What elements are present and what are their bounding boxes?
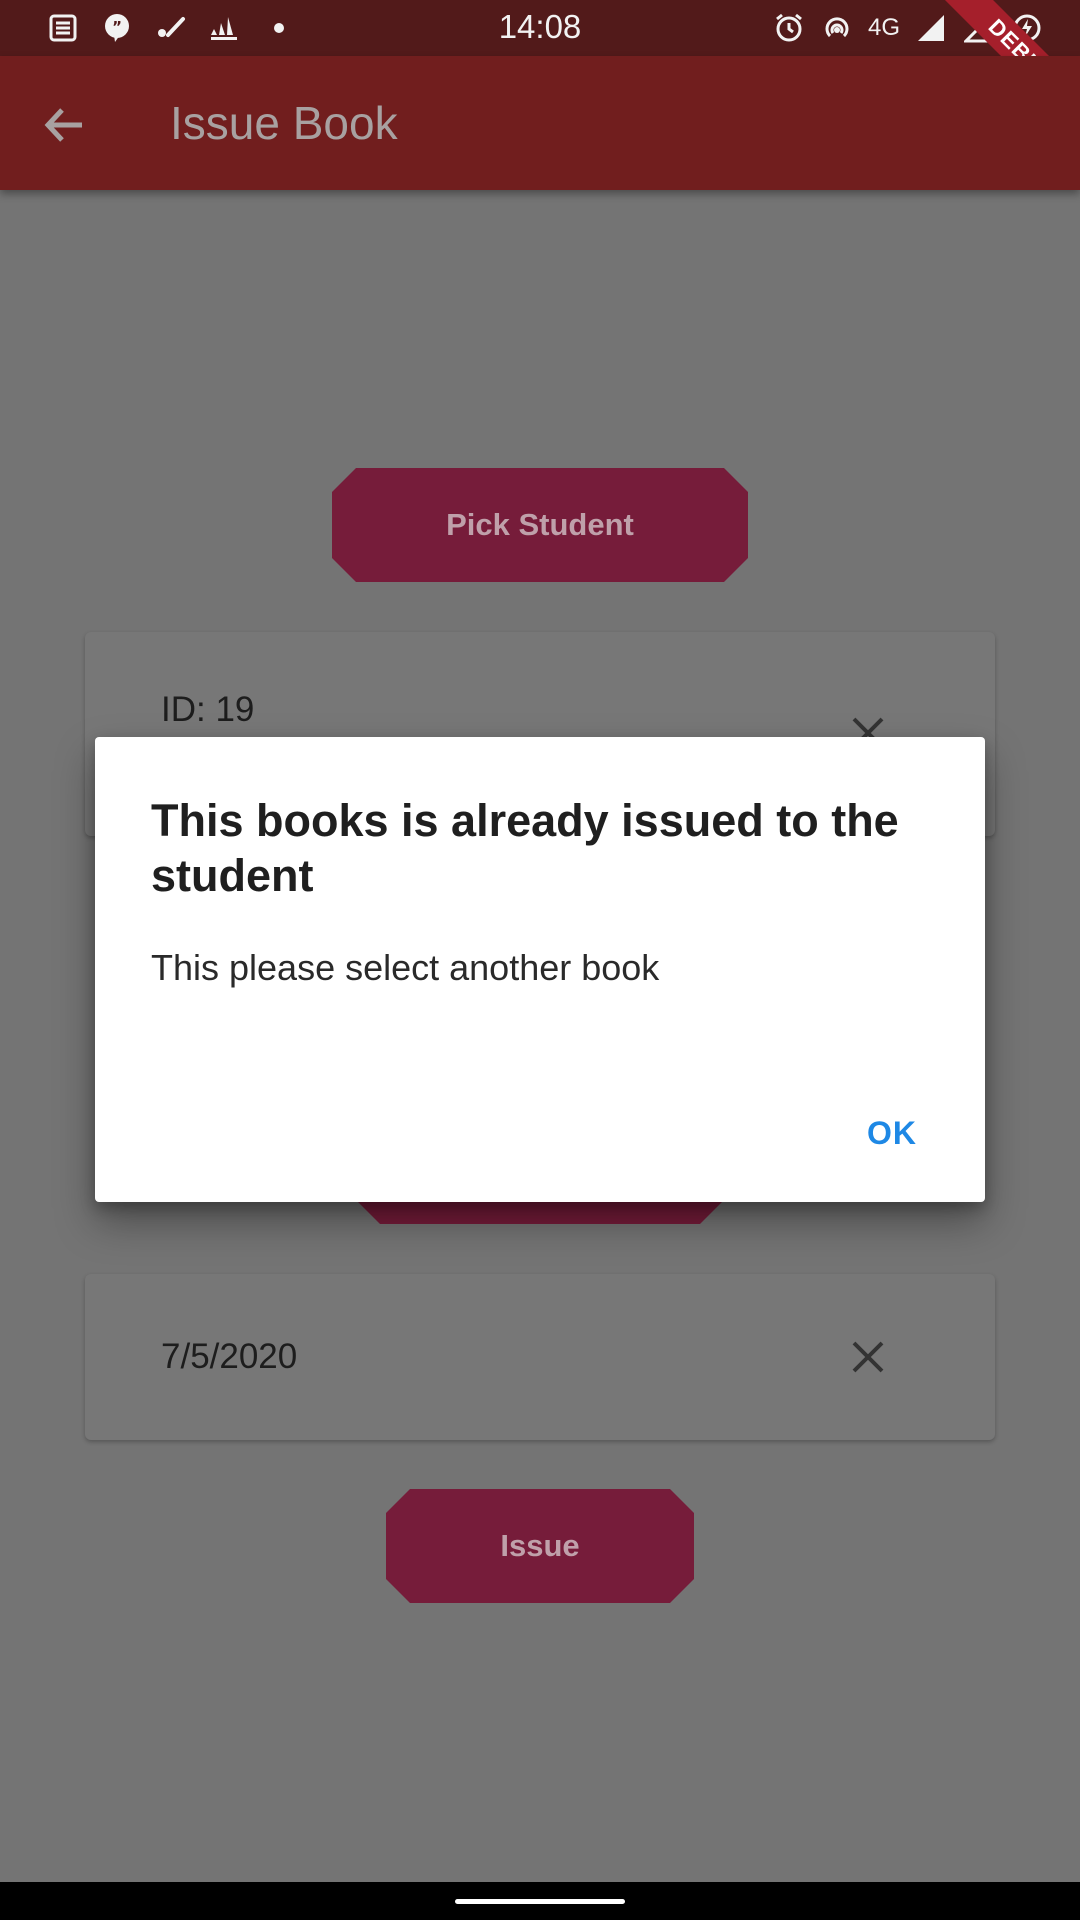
alarm-icon xyxy=(772,11,806,45)
alert-dialog: This books is already issued to the stud… xyxy=(95,737,985,1202)
navigation-bar xyxy=(0,1882,1080,1920)
dialog-title: This books is already issued to the stud… xyxy=(151,795,899,901)
page-title: Issue Book xyxy=(170,97,398,149)
app-bar: Issue Book xyxy=(0,56,1080,190)
home-handle[interactable] xyxy=(455,1899,625,1904)
issue-button[interactable]: Issue xyxy=(386,1489,694,1603)
dialog-message: This please select another book xyxy=(151,947,660,988)
network-type: 4G xyxy=(867,14,900,41)
student-id: ID: 19 xyxy=(161,690,255,729)
status-bar: ” 14:08 4G DEBUG xyxy=(0,0,1080,143)
date-card: 7/5/2020 xyxy=(85,1274,995,1440)
arrow-back-icon[interactable] xyxy=(40,101,88,149)
issue-date: 7/5/2020 xyxy=(161,1337,298,1376)
pick-student-button[interactable]: Pick Student xyxy=(332,468,748,582)
ok-button[interactable]: OK xyxy=(861,1107,923,1160)
signal-icon xyxy=(914,11,948,45)
hotspot-icon xyxy=(820,11,854,45)
close-icon[interactable] xyxy=(851,1340,885,1374)
